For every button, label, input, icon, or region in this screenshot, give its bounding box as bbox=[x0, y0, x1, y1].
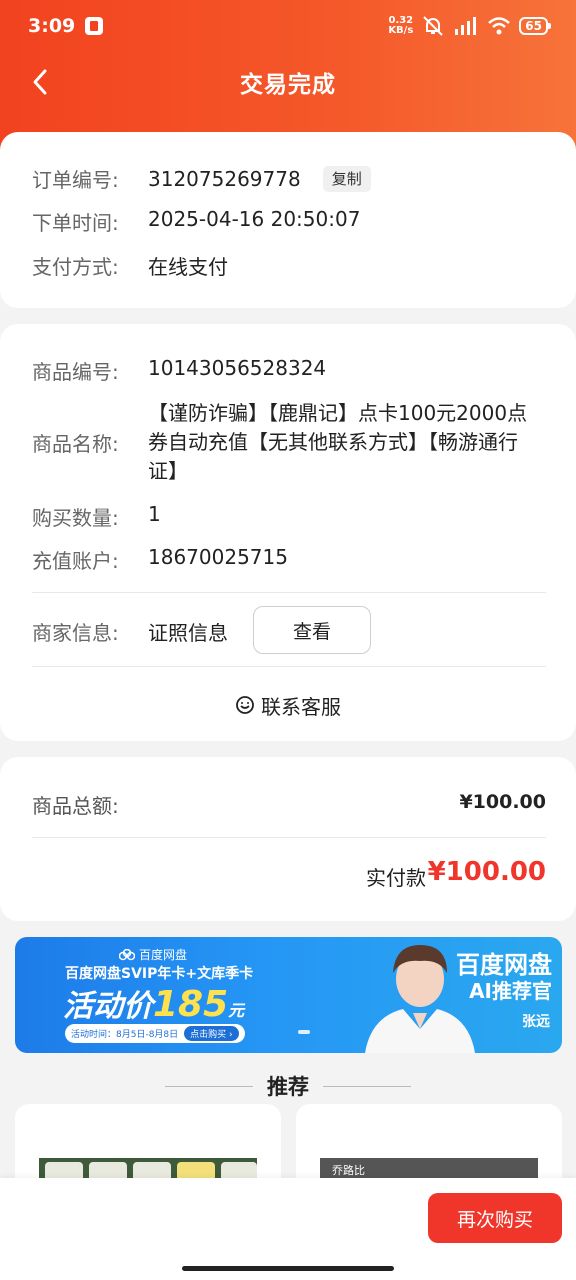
total-value: ¥100.00 bbox=[459, 791, 546, 813]
status-bar: 3:09 0.32 KB/s 65 bbox=[0, 0, 576, 52]
contact-service-label: 联系客服 bbox=[261, 694, 341, 719]
banner-brand-role: AI推荐官 bbox=[469, 979, 552, 1003]
status-icons: 0.32 KB/s 65 bbox=[388, 15, 551, 37]
copy-button[interactable]: 复制 bbox=[322, 165, 371, 192]
smile-icon bbox=[236, 696, 254, 714]
payment-method-row: 支付方式: 在线支付 bbox=[32, 251, 228, 280]
wifi-icon bbox=[488, 17, 511, 35]
paid-label: 实付款 bbox=[366, 866, 426, 890]
order-number-row: 订单编号: 312075269778 复制 bbox=[32, 164, 371, 193]
signal-icon bbox=[455, 17, 477, 35]
quantity-label: 购买数量: bbox=[32, 506, 119, 530]
quantity-row: 购买数量: 1 bbox=[32, 502, 161, 531]
battery-indicator: 65 bbox=[519, 17, 551, 35]
merchant-row: 商家信息: 证照信息 bbox=[32, 617, 228, 646]
notification-app-icon bbox=[85, 17, 104, 35]
recommend-title: 推荐 bbox=[0, 1070, 576, 1102]
divider bbox=[165, 1085, 253, 1087]
payment-method-label: 支付方式: bbox=[32, 255, 119, 279]
view-license-button[interactable]: 查看 bbox=[253, 606, 371, 654]
order-number-value: 312075269778 bbox=[148, 166, 301, 191]
account-label: 充值账户: bbox=[32, 549, 119, 573]
product-id-value: 10143056528324 bbox=[148, 356, 327, 380]
divider bbox=[32, 837, 546, 838]
product-id-row: 商品编号: 10143056528324 bbox=[32, 356, 326, 385]
cloud-logo-icon bbox=[119, 948, 135, 960]
account-value: 18670025715 bbox=[148, 545, 288, 569]
quantity-value: 1 bbox=[148, 502, 161, 526]
promo-banner[interactable]: 百度网盘 百度网盘SVIP年卡+文库季卡 活动价185元 活动时间：8月5日-8… bbox=[15, 937, 562, 1053]
bottom-bar: 再次购买 bbox=[0, 1178, 576, 1280]
back-arrow-icon[interactable] bbox=[26, 66, 58, 98]
merchant-label: 商家信息: bbox=[32, 621, 119, 645]
paid-value: ¥100.00 bbox=[427, 857, 546, 887]
status-time: 3:09 bbox=[28, 15, 76, 37]
product-id-label: 商品编号: bbox=[32, 360, 119, 384]
net-speed: 0.32 KB/s bbox=[388, 15, 414, 36]
mute-icon bbox=[423, 16, 444, 36]
amount-card: 商品总额: ¥100.00 实付款 ¥100.00 bbox=[0, 757, 576, 921]
order-info-card: 订单编号: 312075269778 复制 下单时间: 2025-04-16 2… bbox=[0, 132, 576, 308]
account-row: 充值账户: 18670025715 bbox=[32, 545, 288, 574]
order-number-label: 订单编号: bbox=[32, 168, 119, 192]
product-info-card: 商品编号: 10143056528324 商品名称: 【谨防诈骗】【鹿鼎记】点卡… bbox=[0, 324, 576, 741]
rebuy-button[interactable]: 再次购买 bbox=[428, 1193, 562, 1243]
product-name-row: 商品名称: 【谨防诈骗】【鹿鼎记】点卡100元2000点券自动充值【无其他联系方… bbox=[32, 399, 544, 485]
banner-price: 活动价185元 bbox=[63, 984, 245, 1025]
payment-method-value: 在线支付 bbox=[148, 255, 228, 279]
product-name-label: 商品名称: bbox=[32, 431, 119, 456]
divider bbox=[32, 592, 546, 593]
banner-logo: 百度网盘 bbox=[119, 946, 187, 963]
product-name-value: 【谨防诈骗】【鹿鼎记】点卡100元2000点券自动充值【无其他联系方式】【畅游通… bbox=[148, 400, 528, 483]
merchant-value: 证照信息 bbox=[148, 621, 228, 645]
banner-subtitle: 百度网盘SVIP年卡+文库季卡 bbox=[65, 966, 254, 982]
divider bbox=[32, 666, 546, 667]
home-indicator[interactable] bbox=[182, 1266, 394, 1271]
page-title: 交易完成 bbox=[240, 72, 336, 98]
order-time-label: 下单时间: bbox=[32, 211, 119, 235]
total-label: 商品总额: bbox=[32, 794, 119, 818]
banner-person-name: 张远 bbox=[522, 1014, 550, 1030]
divider bbox=[323, 1085, 411, 1087]
contact-service-button[interactable]: 联系客服 bbox=[0, 688, 576, 722]
banner-time: 活动时间：8月5日-8月8日 点击购买 › bbox=[65, 1024, 245, 1043]
order-time-row: 下单时间: 2025-04-16 20:50:07 bbox=[32, 207, 360, 236]
carousel-indicator bbox=[298, 1030, 310, 1034]
order-time-value: 2025-04-16 20:50:07 bbox=[148, 207, 361, 231]
nav-bar: 交易完成 bbox=[0, 52, 576, 112]
total-row: 商品总额: bbox=[32, 790, 119, 819]
banner-buy-button[interactable]: 点击购买 › bbox=[184, 1026, 239, 1041]
